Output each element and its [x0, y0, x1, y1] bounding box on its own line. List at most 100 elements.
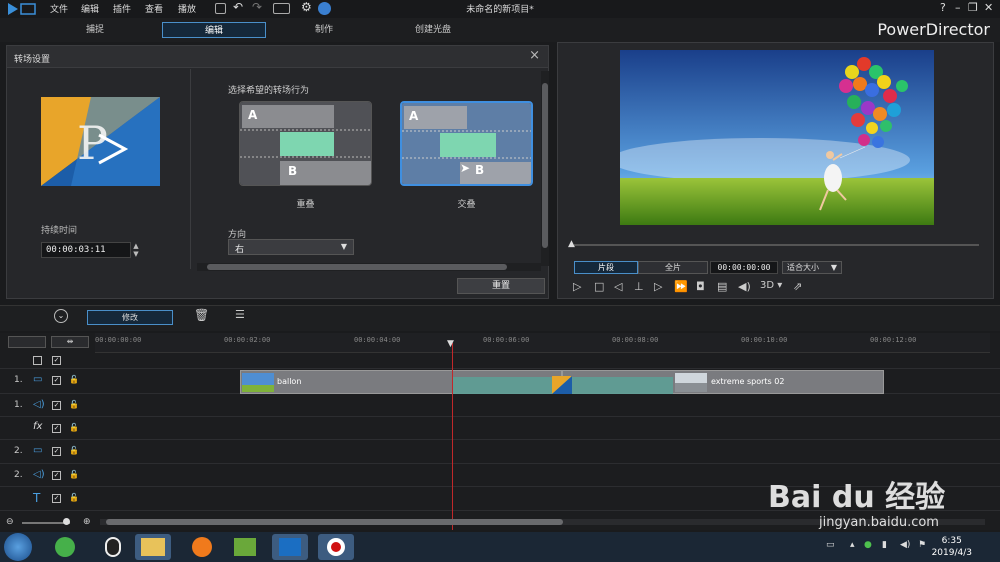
taskbar-app-browser[interactable] [47, 534, 83, 560]
3d-mode-button[interactable]: 3D ▾ [760, 280, 782, 291]
tray-network-icon[interactable]: ▮ [882, 540, 887, 550]
clip-name: extreme sports 02 [711, 377, 785, 386]
lock-icon[interactable]: 🔓 [69, 446, 79, 455]
save-icon[interactable] [215, 3, 226, 14]
stop-icon[interactable]: □ [594, 280, 604, 293]
scroll-thumb[interactable] [542, 83, 548, 248]
scroll-thumb[interactable] [106, 519, 563, 525]
tab-capture[interactable]: 捕捉 [40, 22, 150, 38]
next-frame-icon[interactable]: ▷ [654, 280, 662, 293]
zoom-in-icon[interactable]: ⊕ [83, 517, 91, 527]
tab-create-disc[interactable]: 创建光盘 [378, 22, 488, 38]
lock-icon[interactable]: 🔓 [69, 470, 79, 479]
list-icon[interactable]: ☰ [235, 308, 245, 321]
undock-icon[interactable]: ⇗ [793, 280, 802, 293]
playhead-handle[interactable]: ▼ [447, 339, 454, 349]
taskbar-app-powerdirector[interactable] [272, 534, 308, 560]
mode-tabs: 捕捉 编辑 制作 创建光盘 [0, 18, 1000, 42]
fit-timeline-icon[interactable]: ⇹ [51, 336, 89, 348]
track-number: 1. [14, 400, 23, 410]
taskbar-app-recorder[interactable] [318, 534, 354, 560]
duration-label: 持续时间 [41, 226, 78, 236]
time-ruler[interactable]: 00:00:00:00 00:00:02:00 00:00:04:00 00:0… [95, 333, 990, 353]
zoom-select[interactable]: 适合大小 ▼ [782, 261, 842, 274]
tray-arrow-icon[interactable]: ▴ [850, 540, 855, 550]
taskbar-app-explorer[interactable] [135, 534, 171, 560]
option-overlap[interactable]: A B [239, 101, 372, 186]
track-manager-icon[interactable] [8, 336, 46, 348]
track-enable-checkbox[interactable]: ✓ [52, 401, 61, 410]
menu-plugins[interactable]: 插件 [113, 2, 131, 15]
zoom-slider-handle[interactable] [63, 518, 70, 525]
close-window-button[interactable]: ✕ [984, 1, 993, 14]
previous-frame-icon[interactable]: ◁ [614, 280, 622, 293]
scroll-thumb[interactable] [207, 264, 507, 270]
system-clock[interactable]: 6:35 2019/4/3 [932, 535, 972, 559]
help-button[interactable]: ? [940, 1, 946, 14]
tray-keyboard-icon[interactable]: ▭ [826, 540, 835, 550]
preview-panel: ▲ 片段 全片 00:00:00:00 适合大小 ▼ ▷ □ ◁ ⊥ ▷ ⏩ ◘ … [557, 42, 994, 299]
preview-timeline-slider[interactable] [574, 244, 979, 246]
tab-edit[interactable]: 编辑 [162, 22, 266, 38]
panel-horizontal-scrollbar[interactable] [197, 263, 541, 271]
track-enable-checkbox[interactable]: ✓ [52, 494, 61, 503]
transition-preview-section: P 持续时间 00:00:03:11 ▲ ▼ [7, 69, 191, 269]
minimize-button[interactable]: – [955, 1, 961, 14]
playhead-line[interactable] [452, 343, 453, 530]
slider-handle[interactable]: ▲ [568, 239, 575, 249]
modify-button[interactable]: 修改 [87, 310, 173, 325]
duration-input[interactable]: 00:00:03:11 [41, 242, 131, 258]
menu-file[interactable]: 文件 [50, 2, 68, 15]
all-tracks-icon[interactable] [33, 356, 42, 365]
aspect-ratio-icon[interactable] [273, 3, 290, 14]
taskbar-app-camtasia[interactable] [227, 534, 263, 560]
chevron-down-icon[interactable]: ⌄ [54, 309, 68, 323]
tab-produce[interactable]: 制作 [270, 22, 378, 38]
fast-forward-icon[interactable]: ⏩ [674, 280, 688, 293]
settings-gear-icon[interactable]: ⚙ [301, 0, 312, 14]
clip-name: ballon [277, 377, 302, 386]
reset-button[interactable]: 重置 [457, 278, 545, 294]
track-enable-checkbox[interactable]: ✓ [52, 424, 61, 433]
option-cross[interactable]: A B ➤ [400, 101, 533, 186]
track-number: 1. [14, 375, 23, 385]
tray-volume-icon[interactable]: ◀) [900, 540, 910, 550]
split-icon[interactable]: ⊥ [634, 280, 644, 293]
lock-icon[interactable]: 🔓 [69, 423, 79, 432]
taskbar-app-qq[interactable] [95, 534, 131, 560]
lock-icon[interactable]: 🔓 [69, 375, 79, 384]
subtitle-icon[interactable]: ▤ [717, 280, 727, 293]
menu-edit[interactable]: 编辑 [81, 2, 99, 15]
tray-flag-icon[interactable]: ⚑ [918, 540, 926, 550]
undo-icon[interactable]: ↶ [233, 0, 243, 14]
close-icon[interactable]: × [529, 48, 540, 63]
redo-icon[interactable]: ↷ [252, 0, 262, 14]
direction-select[interactable]: 右 ▼ [228, 239, 354, 255]
menu-play[interactable]: 播放 [178, 2, 196, 15]
volume-icon[interactable]: ◀) [738, 280, 751, 293]
clip-mode-button[interactable]: 片段 [574, 261, 638, 274]
menu-view[interactable]: 查看 [145, 2, 163, 15]
panel-vertical-scrollbar[interactable] [541, 71, 549, 266]
enable-all-checkbox[interactable]: ✓ [52, 356, 61, 365]
app-logo-icon [4, 0, 38, 18]
duration-stepper[interactable]: ▲ ▼ [131, 242, 141, 258]
play-icon[interactable]: ▷ [573, 280, 581, 293]
tray-wechat-icon[interactable]: ● [864, 540, 872, 550]
transition-icon[interactable] [552, 376, 572, 394]
upload-icon[interactable] [318, 2, 331, 15]
track-enable-checkbox[interactable]: ✓ [52, 376, 61, 385]
lock-icon[interactable]: 🔓 [69, 400, 79, 409]
ruler-tick-label: 00:00:00:00 [95, 336, 142, 344]
movie-mode-button[interactable]: 全片 [638, 261, 708, 274]
restore-button[interactable]: ❐ [968, 1, 978, 14]
timecode-display[interactable]: 00:00:00:00 [710, 261, 778, 274]
snapshot-icon[interactable]: ◘ [696, 280, 705, 293]
zoom-out-icon[interactable]: ⊖ [6, 517, 14, 527]
taskbar-app-firefox[interactable] [184, 534, 220, 560]
start-button-icon[interactable] [4, 533, 32, 561]
lock-icon[interactable]: 🔓 [69, 493, 79, 502]
trash-icon[interactable]: 🗑 [194, 308, 209, 322]
track-enable-checkbox[interactable]: ✓ [52, 447, 61, 456]
track-enable-checkbox[interactable]: ✓ [52, 471, 61, 480]
